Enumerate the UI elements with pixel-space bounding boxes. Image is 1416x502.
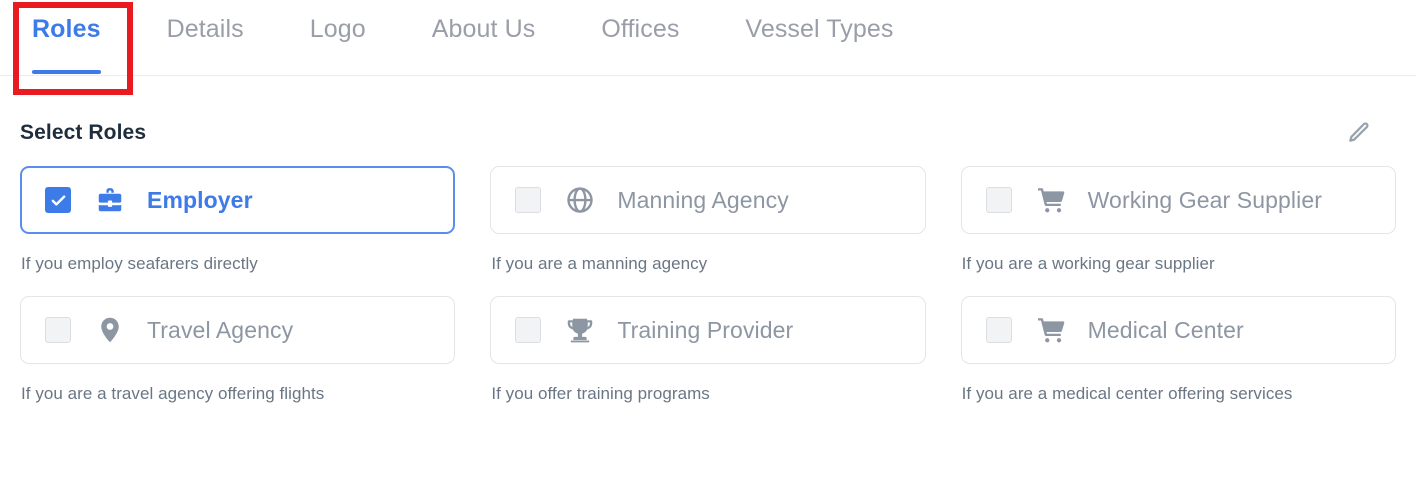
pencil-icon[interactable] <box>1346 120 1372 146</box>
section-header: Select Roles <box>20 120 1396 146</box>
role-label: Training Provider <box>617 316 794 343</box>
page-title: Select Roles <box>20 121 147 144</box>
tab-logo[interactable]: Logo <box>310 0 366 75</box>
role-checkbox[interactable] <box>985 187 1012 213</box>
role-label: Medical Center <box>1087 316 1244 343</box>
tab-offices[interactable]: Offices <box>601 0 679 75</box>
tab-bar: Roles Details Logo About Us Offices Vess… <box>0 0 1416 95</box>
role-checkbox[interactable] <box>45 317 71 343</box>
trophy-icon <box>565 315 595 345</box>
role-cell: Travel Agency If you are a travel agency… <box>20 296 456 426</box>
globe-icon <box>565 185 595 215</box>
tab-active-underline <box>601 70 679 74</box>
role-card-training-provider[interactable]: Training Provider <box>490 296 926 364</box>
role-checkbox[interactable] <box>515 187 542 213</box>
shopping-cart-icon <box>1036 185 1066 215</box>
tab-active-underline <box>167 70 244 74</box>
role-card-medical-center[interactable]: Medical Center <box>960 296 1396 364</box>
role-card-working-gear-supplier[interactable]: Working Gear Supplier <box>960 166 1396 234</box>
role-description: If you are a travel agency offering flig… <box>21 384 325 403</box>
role-label: Travel Agency <box>147 316 294 343</box>
shopping-cart-icon <box>1036 315 1066 345</box>
tab-about-us[interactable]: About Us <box>432 0 536 75</box>
role-card-employer[interactable]: Employer <box>20 166 456 234</box>
tab-list: Roles Details Logo About Us Offices Vess… <box>0 0 1416 75</box>
role-checkbox[interactable] <box>45 187 71 213</box>
role-cell: Employer If you employ seafarers directl… <box>20 166 456 296</box>
tab-vessel-types[interactable]: Vessel Types <box>745 0 893 75</box>
roles-grid: Employer If you employ seafarers directl… <box>20 166 1396 426</box>
role-label: Manning Agency <box>617 186 789 213</box>
tab-roles[interactable]: Roles <box>32 0 101 75</box>
tab-label: Vessel Types <box>745 15 894 43</box>
role-label: Employer <box>147 186 253 213</box>
location-pin-icon <box>95 315 125 345</box>
role-card-travel-agency[interactable]: Travel Agency <box>20 296 456 364</box>
role-cell: Manning Agency If you are a manning agen… <box>490 166 926 296</box>
role-description: If you employ seafarers directly <box>21 254 258 273</box>
role-cell: Working Gear Supplier If you are a worki… <box>960 166 1396 296</box>
role-description: If you offer training programs <box>491 384 710 403</box>
role-description: If you are a working gear supplier <box>961 254 1215 273</box>
tab-label: Offices <box>601 15 680 43</box>
tab-label: Details <box>166 15 244 43</box>
role-label: Working Gear Supplier <box>1087 186 1322 213</box>
role-description: If you are a manning agency <box>491 254 708 273</box>
tab-active-underline <box>310 70 366 74</box>
role-cell: Medical Center If you are a medical cent… <box>960 296 1396 426</box>
role-checkbox[interactable] <box>515 317 542 343</box>
role-cell: Training Provider If you offer training … <box>490 296 926 426</box>
role-checkbox[interactable] <box>985 317 1012 343</box>
tab-label: Roles <box>32 15 101 43</box>
role-card-manning-agency[interactable]: Manning Agency <box>490 166 926 234</box>
role-description: If you are a medical center offering ser… <box>961 384 1293 403</box>
tab-active-underline <box>745 70 893 74</box>
tab-active-underline <box>432 70 536 74</box>
roles-panel: Select Roles Employer If you employ seaf… <box>0 120 1416 426</box>
tab-label: Logo <box>309 15 366 43</box>
briefcase-icon <box>95 185 125 215</box>
tab-details[interactable]: Details <box>167 0 244 75</box>
tab-active-underline <box>32 70 101 74</box>
tab-label: About Us <box>431 15 536 43</box>
